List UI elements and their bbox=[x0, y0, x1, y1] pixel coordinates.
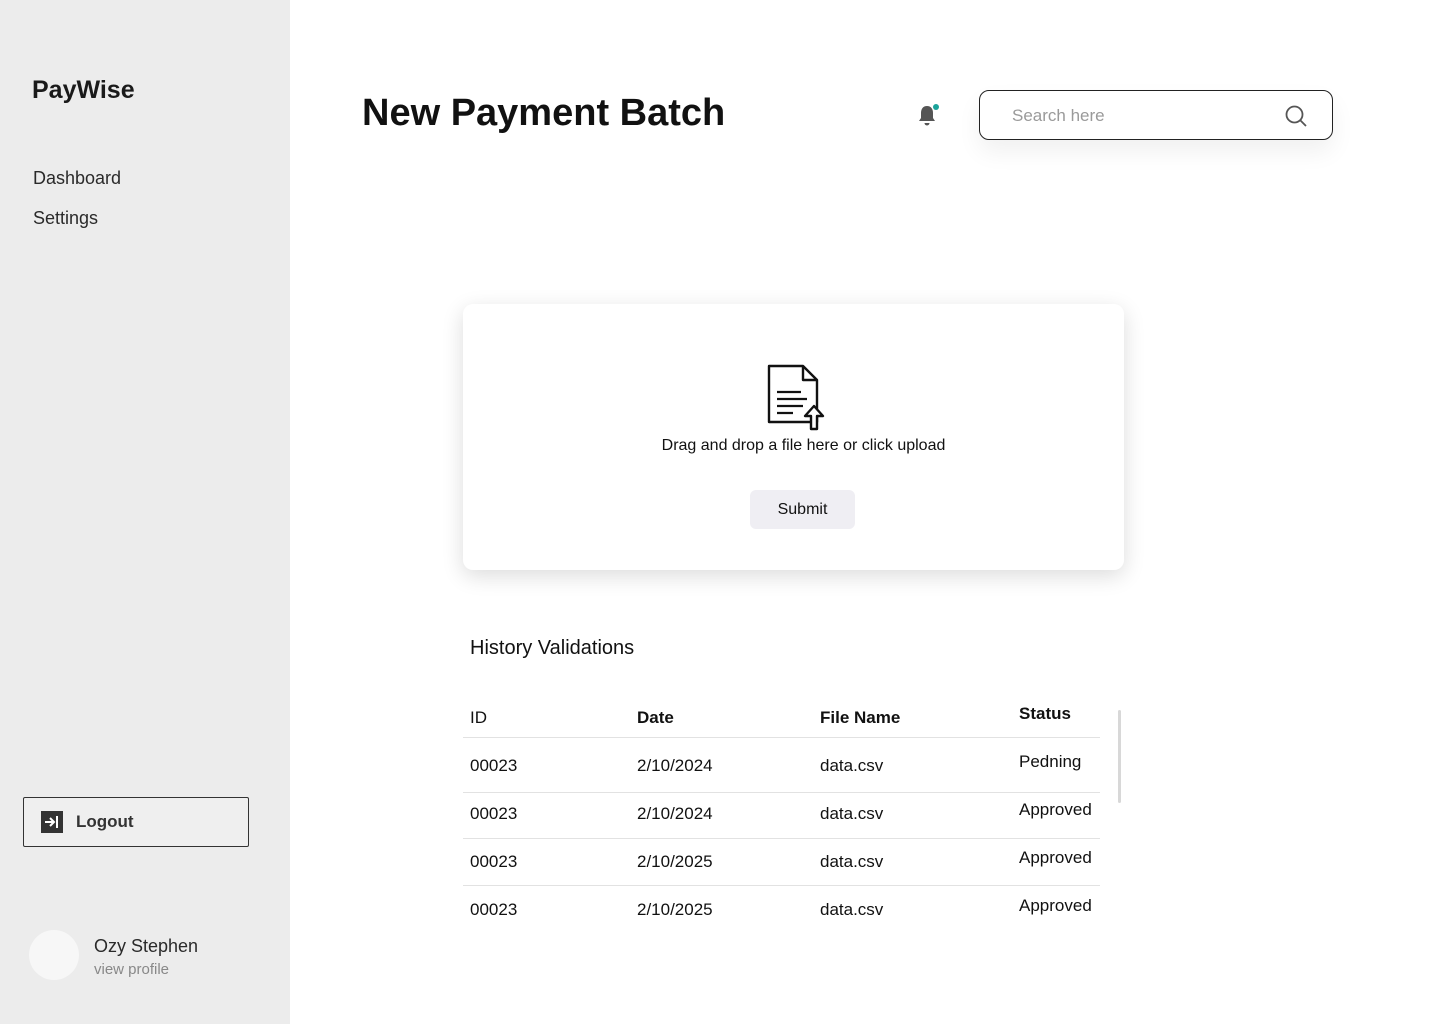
column-header-id: ID bbox=[470, 708, 487, 727]
cell-date: 2/10/2025 bbox=[637, 900, 713, 919]
brand-logo: PayWise bbox=[32, 76, 135, 104]
cell-status: Pedning bbox=[1019, 752, 1082, 771]
row-divider bbox=[463, 885, 1100, 886]
column-header-file-name: File Name bbox=[820, 708, 901, 727]
view-profile-link[interactable]: view profile bbox=[94, 961, 169, 978]
cell-status: Approved bbox=[1019, 800, 1092, 819]
cell-id: 00023 bbox=[470, 804, 518, 823]
logout-button[interactable]: Logout bbox=[23, 797, 249, 847]
upload-instruction: Drag and drop a file here or click uploa… bbox=[661, 437, 946, 454]
cell-file-name: data.csv bbox=[820, 900, 884, 919]
page-title: New Payment Batch bbox=[362, 92, 726, 134]
table-scrollbar[interactable] bbox=[1118, 710, 1121, 803]
sidebar-item-dashboard[interactable]: Dashboard bbox=[33, 168, 121, 189]
cell-id: 00023 bbox=[470, 756, 518, 775]
search-input[interactable] bbox=[1012, 103, 1272, 129]
column-header-date: Date bbox=[637, 708, 674, 727]
column-header-status: Status bbox=[1019, 704, 1071, 723]
avatar[interactable] bbox=[29, 930, 79, 980]
cell-id: 00023 bbox=[470, 852, 518, 871]
submit-button[interactable]: Submit bbox=[750, 490, 855, 529]
history-title: History Validations bbox=[470, 637, 635, 659]
row-divider bbox=[463, 737, 1100, 738]
sidebar: PayWise Dashboard Settings Logout Ozy St… bbox=[0, 0, 290, 1024]
cell-file-name: data.csv bbox=[820, 804, 884, 823]
cell-date: 2/10/2024 bbox=[637, 756, 713, 775]
notification-bell-icon[interactable] bbox=[915, 102, 941, 128]
cell-file-name: data.csv bbox=[820, 756, 884, 775]
row-divider bbox=[463, 838, 1100, 839]
cell-date: 2/10/2025 bbox=[637, 852, 713, 871]
logout-label: Logout bbox=[76, 812, 134, 831]
cell-date: 2/10/2024 bbox=[637, 804, 713, 823]
row-divider bbox=[463, 792, 1100, 793]
cell-status: Approved bbox=[1019, 896, 1092, 915]
cell-file-name: data.csv bbox=[820, 852, 884, 871]
search-icon[interactable] bbox=[1285, 105, 1307, 127]
sidebar-item-settings[interactable]: Settings bbox=[33, 208, 98, 229]
cell-id: 00023 bbox=[470, 900, 518, 919]
upload-dropzone[interactable]: Drag and drop a file here or click uploa… bbox=[463, 304, 1124, 570]
search-box bbox=[979, 90, 1333, 140]
cell-status: Approved bbox=[1019, 848, 1092, 867]
user-name: Ozy Stephen bbox=[94, 936, 199, 956]
file-upload-icon[interactable] bbox=[765, 364, 827, 432]
logout-icon bbox=[40, 810, 64, 834]
